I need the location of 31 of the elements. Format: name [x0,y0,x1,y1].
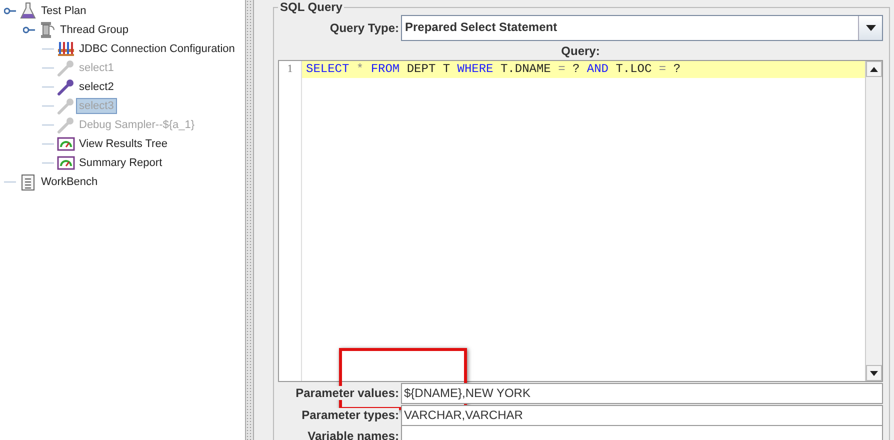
code-line: SELECT * FROM DEPT T WHERE T.DNAME = ? AND T.LOC = ? [305,61,681,78]
tree-toggle-icon[interactable] [4,6,16,16]
line-number: 1 [286,62,294,77]
tree-item[interactable]: View Results Tree [76,136,170,152]
pipette-icon [57,116,75,134]
input-field[interactable]: ${DNAME},NEW YORK [401,382,883,404]
pipette-icon [57,78,75,96]
tree-item[interactable]: JDBC Connection Configuration [76,40,238,56]
tree-item[interactable]: Summary Report [76,154,166,170]
tree-item[interactable]: Test Plan [38,2,90,18]
tree-toggle-icon[interactable] [23,24,35,34]
test-tubes-icon [57,40,75,58]
flask-icon [19,2,37,20]
input-field[interactable]: VARCHAR,VARCHAR [401,404,883,426]
tree-item[interactable]: WorkBench [38,174,101,190]
pipette-icon [57,96,75,114]
query-editor[interactable]: 1 SELECT * FROM DEPT T WHERE T.DNAME = ? AND T.LOC = ? [278,60,883,382]
gauge-icon [57,154,75,172]
pipette-icon [57,58,75,76]
query-label: Query: [561,44,600,58]
gauge-icon [57,134,75,152]
query-type-dropdown[interactable]: Prepared Select Statement [401,15,883,41]
scroll-down-icon[interactable] [866,365,882,381]
tree-item[interactable]: select2 [76,78,117,94]
tree-item[interactable]: Thread Group [57,22,132,38]
scroll-up-icon[interactable] [866,61,882,77]
panel-title: SQL Query [279,0,344,14]
clipboard-icon [19,172,37,190]
splitter-handle[interactable] [245,0,254,440]
spool-icon [38,20,56,38]
input-field[interactable] [401,425,883,440]
